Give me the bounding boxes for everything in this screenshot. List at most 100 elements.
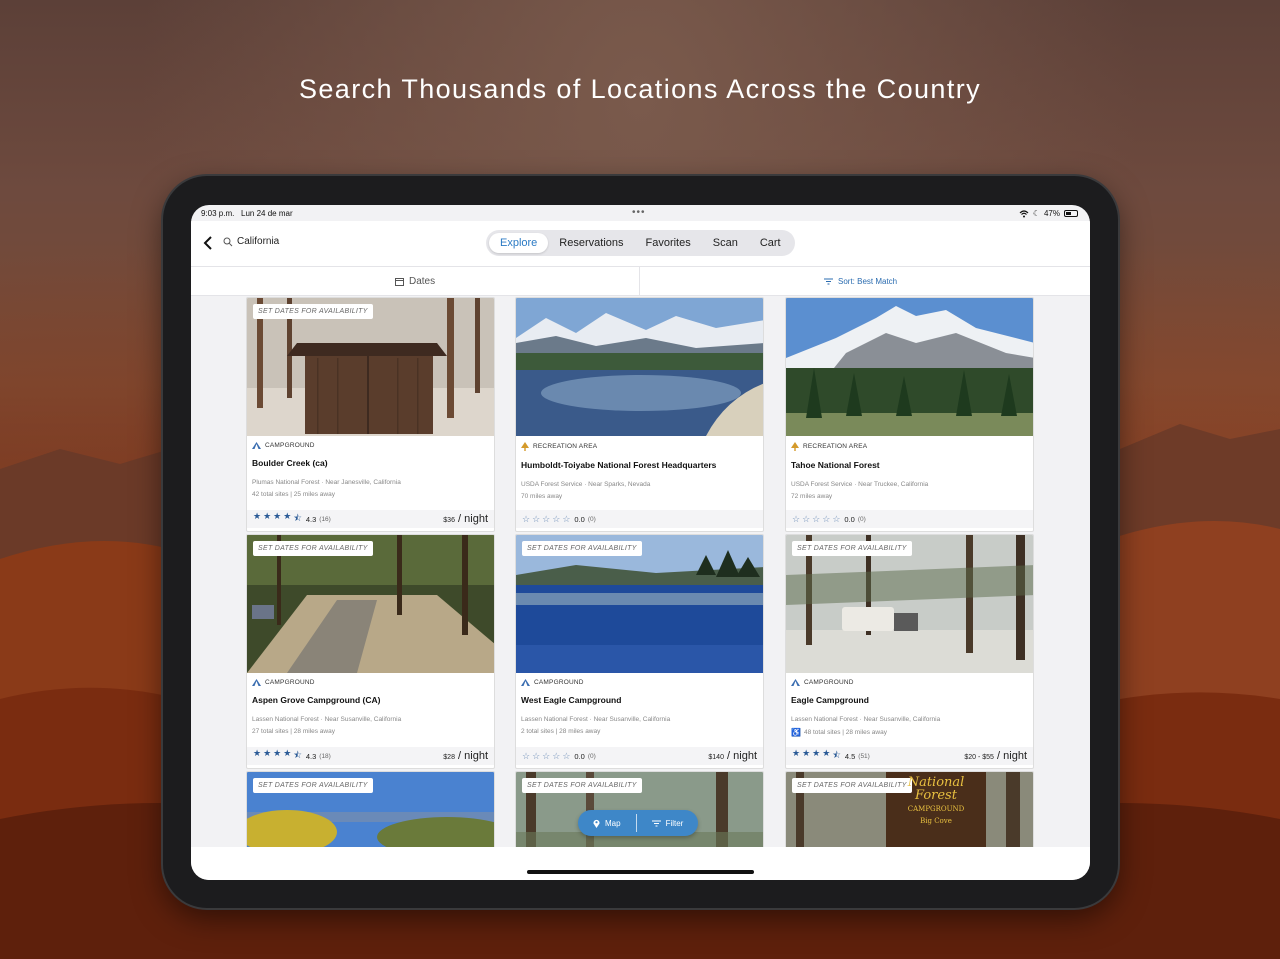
result-card[interactable]: RECREATION AREA Humboldt-Toiyabe Nationa… <box>515 297 764 532</box>
map-button[interactable]: Map <box>578 810 636 836</box>
tent-icon <box>252 442 261 449</box>
battery-percent: 47% <box>1043 209 1060 218</box>
facility-details: 2 total sites | 28 miles away <box>521 728 601 735</box>
home-indicator[interactable] <box>527 870 754 874</box>
tab-scan[interactable]: Scan <box>702 233 749 253</box>
card-photo: SET DATES FOR AVAILABILITY <box>247 298 494 436</box>
facility-name: West Eagle Campground <box>521 695 622 705</box>
price: $28 / night <box>443 750 488 762</box>
result-card[interactable]: SET DATES FOR AVAILABILITY <box>246 771 495 848</box>
facility-details: ♿ 48 total sites | 28 miles away <box>791 728 887 737</box>
map-filter-bar: Map Filter <box>578 810 699 836</box>
result-card[interactable]: RECREATION AREA Tahoe National Forest US… <box>785 297 1034 532</box>
facility-agency: Lassen National Forest · Near Susanville… <box>791 716 941 723</box>
facility-agency: Lassen National Forest · Near Susanville… <box>252 716 402 723</box>
facility-type: RECREATION AREA <box>521 442 758 451</box>
rating-row: ☆ ☆ ☆ ☆ ☆ 0.0 (0) <box>786 510 1033 528</box>
review-count: (0) <box>587 752 596 760</box>
result-card[interactable]: SET DATES FOR AVAILABILITY CAMPGROUND As… <box>246 534 495 769</box>
sort-icon <box>824 278 833 285</box>
card-photo: SET DATES FOR AVAILABILITY National Fore… <box>786 772 1033 848</box>
back-chevron-icon[interactable] <box>203 235 213 251</box>
tent-icon <box>521 679 530 686</box>
tab-explore[interactable]: Explore <box>489 233 549 253</box>
moon-icon: ☾ <box>1032 209 1040 218</box>
review-count: (16) <box>319 515 331 523</box>
top-navigation: California Explore Reservations Favorite… <box>191 221 1090 266</box>
dates-label: Dates <box>409 276 436 287</box>
facility-agency: USDA Forest Service · Near Truckee, Cali… <box>791 481 929 488</box>
star-rating: ★ ★ ★ ★ ⯪ <box>253 748 302 760</box>
tab-favorites[interactable]: Favorites <box>635 233 702 253</box>
rating-score: 4.3 <box>305 751 317 761</box>
star-rating: ☆ ☆ ☆ ☆ ☆ <box>792 513 841 524</box>
availability-badge[interactable]: SET DATES FOR AVAILABILITY <box>253 304 373 319</box>
sort-button[interactable]: Sort: Best Match <box>824 277 897 286</box>
facility-name: Humboldt-Toiyabe National Forest Headqua… <box>521 460 717 470</box>
tent-icon <box>252 679 261 686</box>
battery-icon <box>1064 210 1078 217</box>
facility-details: 27 total sites | 28 miles away <box>252 728 335 735</box>
facility-details: 70 miles away <box>521 493 563 500</box>
facility-details: 42 total sites | 25 miles away <box>252 491 335 498</box>
facility-agency: Plumas National Forest · Near Janesville… <box>252 479 401 486</box>
card-photo: SET DATES FOR AVAILABILITY <box>247 535 494 673</box>
star-rating: ★ ★ ★ ★ ⯪ <box>792 748 841 760</box>
rating-score: 0.0 <box>844 514 855 524</box>
facility-name: Tahoe National Forest <box>791 460 880 470</box>
search-field[interactable]: California <box>223 236 279 247</box>
search-icon <box>223 237 233 246</box>
rating-score: 4.5 <box>844 751 856 761</box>
multitask-dots[interactable]: ••• <box>632 207 646 218</box>
rating-row: ★ ★ ★ ★ ⯪ 4.3 (18) $28 / night <box>247 747 494 765</box>
tree-icon <box>521 442 529 451</box>
card-photo: SET DATES FOR AVAILABILITY <box>786 535 1033 673</box>
star-rating: ★ ★ ★ ★ ⯪ <box>253 511 302 523</box>
result-card[interactable]: SET DATES FOR AVAILABILITY CAMPGROUND Ea… <box>785 534 1034 769</box>
availability-badge[interactable]: SET DATES FOR AVAILABILITY <box>253 778 373 793</box>
rating-score: 0.0 <box>574 751 585 761</box>
tab-reservations[interactable]: Reservations <box>548 233 634 253</box>
facility-name: Boulder Creek (ca) <box>252 458 328 468</box>
tent-icon <box>791 679 800 686</box>
price: $140 / night <box>708 750 757 762</box>
app-screen: 9:03 p.m. Lun 24 de mar ••• ☾ 47% Califo… <box>191 205 1090 880</box>
star-rating: ☆ ☆ ☆ ☆ ☆ <box>522 513 571 524</box>
facility-type: RECREATION AREA <box>791 442 1028 451</box>
filter-icon <box>651 820 661 826</box>
tab-cart[interactable]: Cart <box>749 233 792 253</box>
dates-button[interactable]: Dates <box>395 276 435 287</box>
rating-score: 0.0 <box>574 514 585 524</box>
accessible-icon: ♿ <box>791 728 801 737</box>
rating-row: ★ ★ ★ ★ ⯪ 4.3 (16) $36 / night <box>247 510 494 528</box>
facility-agency: USDA Forest Service · Near Sparks, Nevad… <box>521 481 651 488</box>
status-indicators: ☾ 47% <box>1019 209 1078 218</box>
facility-type: CAMPGROUND <box>252 442 489 449</box>
facility-name: Aspen Grove Campground (CA) <box>252 695 381 705</box>
facility-name: Eagle Campground <box>791 695 869 705</box>
availability-badge[interactable]: SET DATES FOR AVAILABILITY <box>522 541 642 556</box>
facility-agency: Lassen National Forest · Near Susanville… <box>521 716 671 723</box>
star-rating: ☆ ☆ ☆ ☆ ☆ <box>522 750 571 761</box>
facility-details: 72 miles away <box>791 493 833 500</box>
availability-badge[interactable]: SET DATES FOR AVAILABILITY <box>792 778 912 793</box>
result-card[interactable]: SET DATES FOR AVAILABILITY CAMPGROUND Bo… <box>246 297 495 532</box>
rating-score: 4.3 <box>305 514 317 524</box>
search-value: California <box>237 236 280 247</box>
wifi-icon <box>1019 209 1029 217</box>
availability-badge[interactable]: SET DATES FOR AVAILABILITY <box>792 541 912 556</box>
result-card[interactable]: SET DATES FOR AVAILABILITY CAMPGROUND We… <box>515 534 764 769</box>
facility-type: CAMPGROUND <box>252 679 489 686</box>
availability-badge[interactable]: SET DATES FOR AVAILABILITY <box>522 778 642 793</box>
availability-badge[interactable]: SET DATES FOR AVAILABILITY <box>253 541 373 556</box>
ipad-device-frame: 9:03 p.m. Lun 24 de mar ••• ☾ 47% Califo… <box>163 176 1118 908</box>
filter-button[interactable]: Filter <box>637 810 699 836</box>
forest-sign: National Forest CAMPGROUND Big Cove <box>907 775 965 825</box>
headline: Search Thousands of Locations Across the… <box>298 74 982 104</box>
result-card[interactable]: SET DATES FOR AVAILABILITY National Fore… <box>785 771 1034 848</box>
main-tabs: Explore Reservations Favorites Scan Cart <box>486 230 795 256</box>
price: $36 / night <box>443 513 488 525</box>
results-grid: SET DATES FOR AVAILABILITY CAMPGROUND Bo… <box>237 297 1044 848</box>
map-pin-icon <box>593 819 600 828</box>
facility-type: CAMPGROUND <box>521 679 758 686</box>
